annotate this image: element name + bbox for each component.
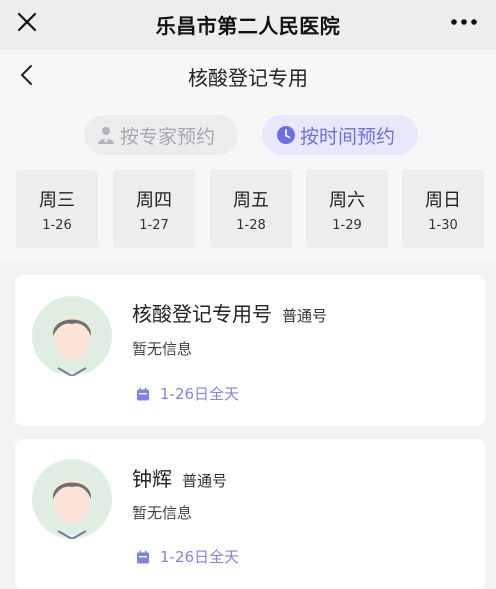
day-tab-sat[interactable]: 周六 1-29: [306, 170, 388, 248]
registration-type: 普通号: [182, 472, 228, 490]
doctor-card[interactable]: 钟辉 普通号 暂无信息 1-26日全天: [15, 439, 485, 589]
expert-booking-button[interactable]: 按专家预约: [84, 115, 238, 155]
schedule-text: 1-26日全天: [160, 548, 240, 566]
calendar-icon: [137, 387, 149, 400]
doctor-name: 钟辉 普通号: [132, 463, 227, 492]
day-weekday: 周五: [233, 190, 269, 211]
schedule-text: 1-26日全天: [160, 385, 240, 403]
expert-booking-label: 按专家预约: [120, 125, 216, 148]
day-date: 1-26: [42, 218, 72, 233]
nav-bar: 核酸登记专用: [0, 50, 496, 100]
doctor-avatar-icon: [32, 296, 112, 376]
doctor-icon: [98, 127, 114, 144]
time-booking-label: 按时间预约: [300, 125, 396, 148]
page-title: 核酸登记专用: [188, 66, 308, 90]
doctor-name-text: 钟辉: [132, 467, 172, 491]
app-title: 乐昌市第二人民医院: [155, 14, 341, 38]
doctor-info: 暂无信息: [132, 504, 193, 522]
day-weekday: 周三: [39, 190, 75, 211]
doctor-name: 核酸登记专用号 普通号: [132, 298, 327, 327]
day-tab-fri[interactable]: 周五 1-28: [210, 170, 292, 248]
day-date: 1-30: [428, 218, 458, 233]
doctor-name-text: 核酸登记专用号: [132, 302, 272, 326]
day-date: 1-29: [332, 218, 362, 233]
calendar-icon: [137, 550, 149, 563]
day-date: 1-28: [236, 218, 266, 233]
booking-mode-switch: 按专家预约 按时间预约: [0, 100, 496, 170]
doctor-avatar-icon: [32, 459, 112, 539]
day-tab-wed[interactable]: 周三 1-26: [16, 170, 98, 248]
schedule-row: 1-26日全天: [136, 546, 239, 567]
day-tab-thu[interactable]: 周四 1-27: [113, 170, 195, 248]
doctor-info: 暂无信息: [132, 340, 193, 358]
day-weekday: 周日: [425, 190, 461, 211]
day-tab-sun[interactable]: 周日 1-30: [402, 170, 484, 248]
day-weekday: 周四: [136, 190, 172, 211]
more-icon[interactable]: [450, 18, 478, 26]
clock-icon: [277, 126, 295, 144]
time-booking-button[interactable]: 按时间预约: [262, 115, 418, 155]
doctor-card[interactable]: 核酸登记专用号 普通号 暂无信息 1-26日全天: [15, 275, 485, 426]
registration-type: 普通号: [282, 307, 328, 325]
day-weekday: 周六: [329, 190, 365, 211]
day-date: 1-27: [139, 218, 169, 233]
day-selector: 周三 1-26 周四 1-27 周五 1-28 周六 1-29 周日 1-30: [0, 170, 496, 262]
app-title-bar: 乐昌市第二人民医院: [0, 0, 496, 50]
schedule-row: 1-26日全天: [136, 383, 239, 404]
